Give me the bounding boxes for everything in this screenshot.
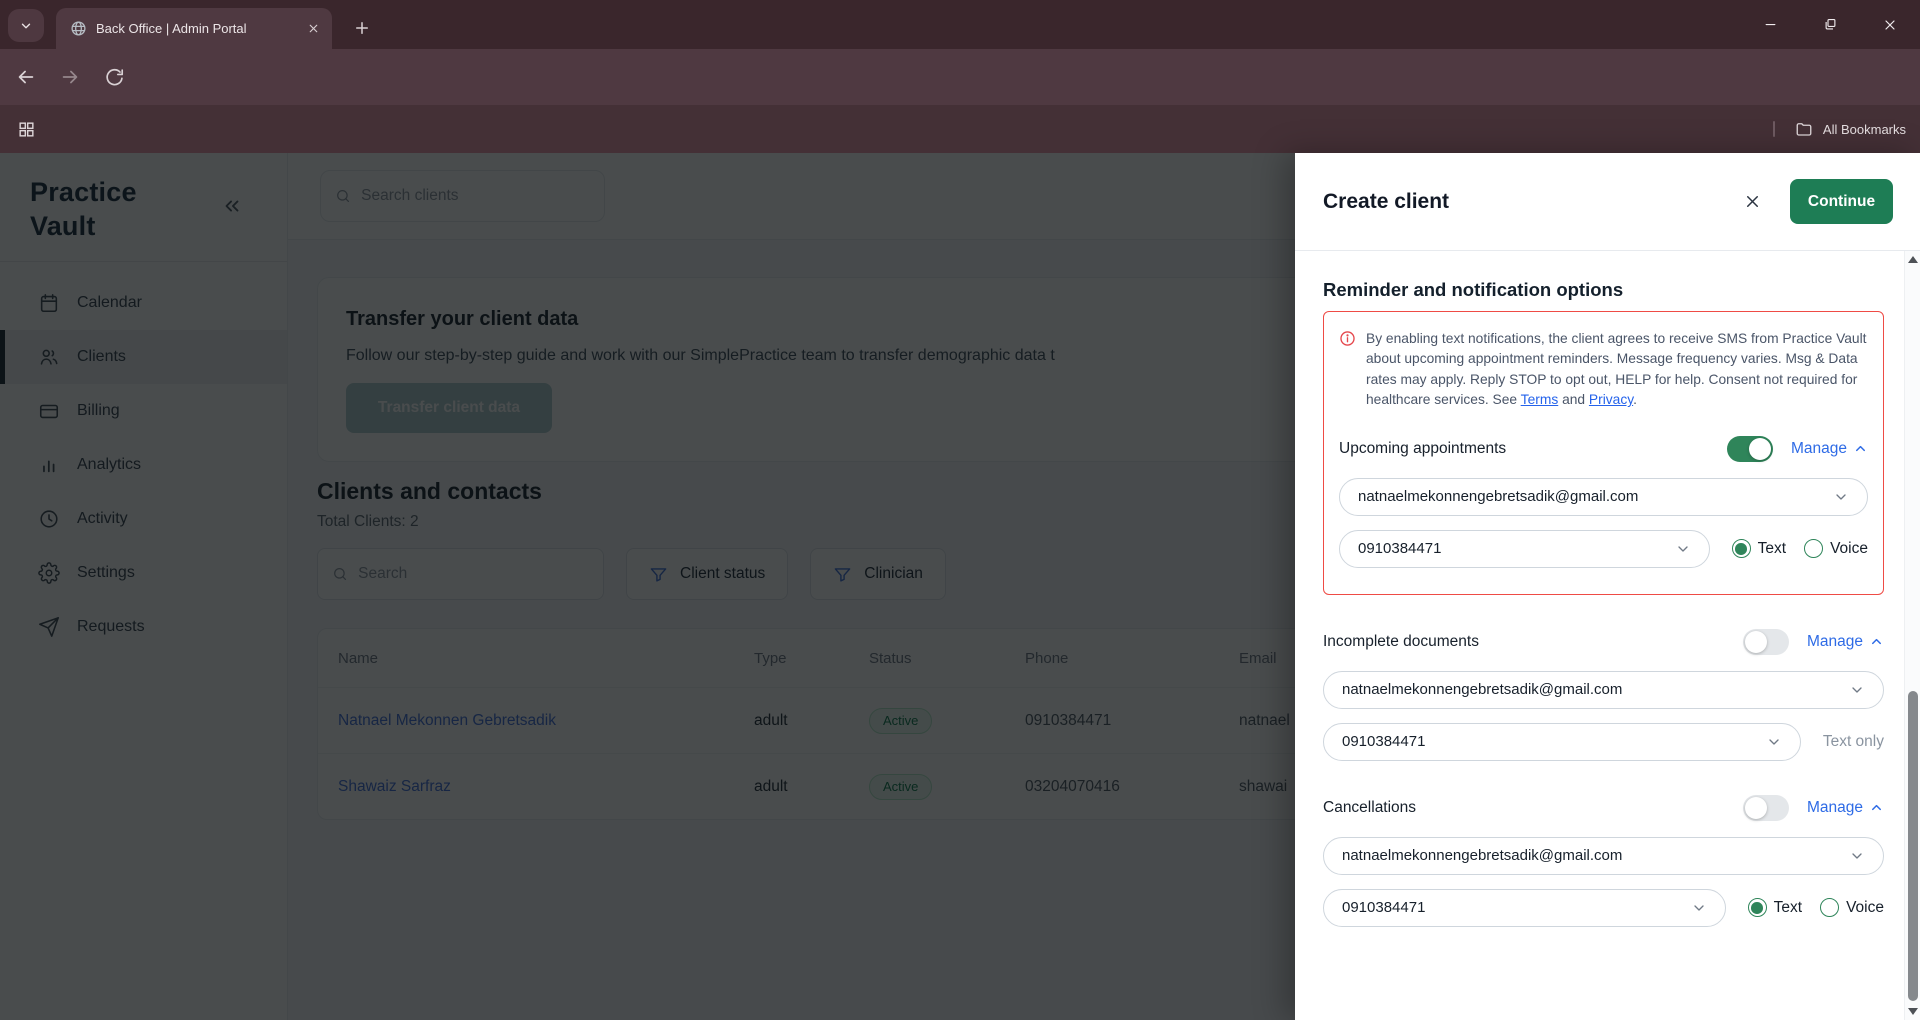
bookmarks-bar: All Bookmarks <box>0 105 1920 153</box>
forward-button[interactable] <box>52 59 88 95</box>
chevron-down-icon <box>1691 900 1707 916</box>
chevron-up-icon <box>1853 441 1868 456</box>
sms-consent-alert: By enabling text notifications, the clie… <box>1323 311 1884 595</box>
radio-text[interactable]: Text <box>1732 539 1786 558</box>
tab-search-button[interactable] <box>8 9 44 42</box>
all-bookmarks[interactable]: All Bookmarks <box>1773 120 1906 138</box>
radio-text[interactable]: Text <box>1748 898 1802 917</box>
chevron-down-icon <box>1766 734 1782 750</box>
incomplete-phone-row: 0910384471 Text only <box>1323 723 1884 761</box>
notice-text: By enabling text notifications, the clie… <box>1366 329 1868 411</box>
toggle-knob <box>1745 797 1767 819</box>
section-label: Upcoming appointments <box>1339 440 1727 458</box>
cancellations-toggle[interactable] <box>1743 795 1789 821</box>
upcoming-appointments-row: Upcoming appointments Manage <box>1339 436 1868 462</box>
privacy-link[interactable]: Privacy <box>1589 392 1633 407</box>
incomplete-email-select[interactable]: natnaelmekonnengebretsadik@gmail.com <box>1323 671 1884 709</box>
drawer-body: Reminder and notification options By ena… <box>1295 251 1904 1020</box>
cancellations-delivery-radios: Text Voice <box>1748 898 1884 917</box>
reload-button[interactable] <box>96 59 132 95</box>
all-bookmarks-label: All Bookmarks <box>1823 122 1906 137</box>
back-button[interactable] <box>8 59 44 95</box>
bookmarks-separator <box>1773 121 1775 137</box>
radio-voice[interactable]: Voice <box>1804 539 1868 558</box>
chevron-down-icon <box>19 19 33 33</box>
sms-consent-notice: By enabling text notifications, the clie… <box>1339 329 1868 411</box>
chevron-up-icon <box>1869 634 1884 649</box>
tab-strip: Back Office | Admin Portal <box>0 0 1920 49</box>
window-minimize-button[interactable] <box>1740 0 1800 49</box>
cancellations-phone-row: 0910384471 Text Voice <box>1323 889 1884 927</box>
incomplete-phone-select[interactable]: 0910384471 <box>1323 723 1801 761</box>
info-icon <box>1339 330 1356 347</box>
manage-link[interactable]: Manage <box>1807 633 1884 651</box>
upcoming-appointments-toggle[interactable] <box>1727 436 1773 462</box>
cancellations-row: Cancellations Manage <box>1323 795 1884 821</box>
drawer-header: Create client Continue <box>1295 153 1920 250</box>
section-label: Incomplete documents <box>1323 633 1743 651</box>
reminder-options-heading: Reminder and notification options <box>1323 279 1884 301</box>
scroll-up-arrow[interactable] <box>1908 256 1918 263</box>
scrollbar-thumb[interactable] <box>1908 691 1918 1001</box>
upcoming-phone-row: 0910384471 Text Voice <box>1339 530 1868 568</box>
scroll-down-arrow[interactable] <box>1908 1008 1918 1015</box>
radio-selected-icon <box>1732 539 1751 558</box>
cancellations-phone-select[interactable]: 0910384471 <box>1323 889 1726 927</box>
radio-unselected-icon <box>1820 898 1839 917</box>
app-viewport: Practice Vault Calendar Clients Bi <box>0 153 1920 1020</box>
chevron-down-icon <box>1675 541 1691 557</box>
radio-unselected-icon <box>1804 539 1823 558</box>
radio-selected-icon <box>1748 898 1767 917</box>
toggle-knob <box>1745 631 1767 653</box>
apps-grid-icon[interactable] <box>12 115 40 143</box>
drawer-scrollbar <box>1904 251 1920 1020</box>
drawer-title: Create client <box>1323 190 1740 214</box>
upcoming-phone-select[interactable]: 0910384471 <box>1339 530 1710 568</box>
manage-link[interactable]: Manage <box>1807 799 1884 817</box>
chevron-down-icon <box>1833 489 1849 505</box>
manage-link[interactable]: Manage <box>1791 440 1868 458</box>
browser-window: Back Office | Admin Portal <box>0 0 1920 1020</box>
terms-link[interactable]: Terms <box>1521 392 1559 407</box>
upcoming-delivery-radios: Text Voice <box>1732 539 1868 558</box>
new-tab-button[interactable] <box>348 14 376 42</box>
tab-close-icon[interactable] <box>305 20 322 37</box>
globe-favicon-icon <box>70 20 87 37</box>
cancellations-email-select[interactable]: natnaelmekonnengebretsadik@gmail.com <box>1323 837 1884 875</box>
create-client-drawer: Create client Continue Reminder and noti… <box>1295 153 1920 1020</box>
section-label: Cancellations <box>1323 799 1743 817</box>
chevron-up-icon <box>1869 800 1884 815</box>
tab-title: Back Office | Admin Portal <box>96 21 305 36</box>
incomplete-documents-toggle[interactable] <box>1743 629 1789 655</box>
chevron-down-icon <box>1849 848 1865 864</box>
browser-toolbar: demo-office.practice-vault.com/clients N <box>0 49 1920 105</box>
window-close-button[interactable] <box>1860 0 1920 49</box>
chevron-down-icon <box>1849 682 1865 698</box>
browser-tab[interactable]: Back Office | Admin Portal <box>56 8 332 49</box>
window-controls <box>1740 0 1920 49</box>
close-icon[interactable] <box>1740 190 1764 214</box>
folder-icon <box>1795 120 1813 138</box>
continue-button[interactable]: Continue <box>1790 179 1893 224</box>
radio-voice[interactable]: Voice <box>1820 898 1884 917</box>
upcoming-email-select[interactable]: natnaelmekonnengebretsadik@gmail.com <box>1339 478 1868 516</box>
incomplete-documents-row: Incomplete documents Manage <box>1323 629 1884 655</box>
toggle-knob <box>1749 438 1771 460</box>
text-only-label: Text only <box>1823 733 1884 751</box>
window-restore-button[interactable] <box>1800 0 1860 49</box>
